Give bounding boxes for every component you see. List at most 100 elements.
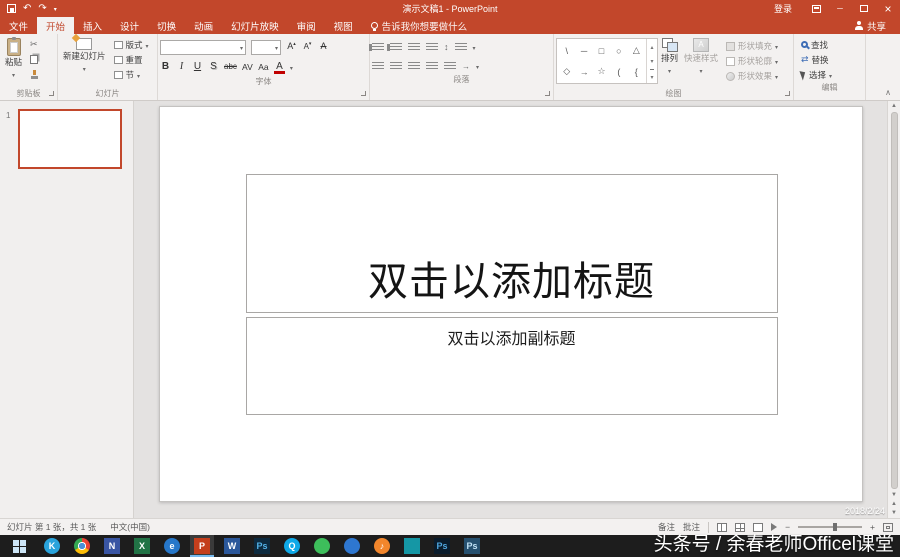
taskbar-icon-photoshop-3[interactable]: Ps	[460, 535, 484, 557]
slide-counter[interactable]: 幻灯片 第 1 张，共 1 张	[7, 521, 96, 533]
shape-hline-icon[interactable]: ─	[581, 46, 587, 56]
font-size-combo[interactable]	[251, 39, 281, 55]
convert-smartart-dropdown-icon[interactable]	[476, 61, 479, 71]
shape-arrow-icon[interactable]: →	[580, 67, 589, 77]
cut-button[interactable]	[28, 38, 41, 51]
taskbar-icon-app-teal[interactable]	[400, 535, 424, 557]
next-slide-icon[interactable]: ▼	[891, 510, 897, 516]
copy-button[interactable]	[28, 53, 41, 66]
shape-star-icon[interactable]: ☆	[597, 66, 605, 77]
bold-button[interactable]: B	[160, 62, 171, 72]
decrease-indent-icon[interactable]	[408, 42, 420, 52]
find-button[interactable]: 查找	[799, 38, 863, 51]
font-color-button[interactable]: A	[273, 62, 285, 74]
taskbar-icon-chrome[interactable]	[70, 535, 94, 557]
taskbar-icon-kugou[interactable]: K	[40, 535, 64, 557]
replace-button[interactable]: 替换	[799, 53, 863, 66]
taskbar-icon-photoshop[interactable]: Ps	[250, 535, 274, 557]
shape-effects-button[interactable]: 形状效果	[726, 70, 778, 82]
shape-outline-button[interactable]: 形状轮廓	[726, 55, 778, 67]
shape-triangle-icon[interactable]: △	[633, 45, 640, 56]
line-spacing-icon[interactable]	[444, 42, 449, 52]
taskbar-icon-powerpoint[interactable]: P	[190, 535, 214, 557]
taskbar-icon-photoshop-2[interactable]: Ps	[430, 535, 454, 557]
paste-button[interactable]: 粘贴	[2, 35, 25, 85]
change-case-button[interactable]: Aa	[258, 63, 269, 72]
text-direction-icon[interactable]	[454, 42, 467, 52]
increase-font-size-icon[interactable]	[286, 42, 297, 52]
italic-button[interactable]: I	[176, 62, 187, 72]
font-color-dropdown-icon[interactable]	[290, 62, 293, 72]
clear-formatting-icon[interactable]	[318, 42, 329, 52]
strikethrough-button[interactable]: abc	[224, 63, 237, 71]
redo-icon[interactable]	[38, 4, 46, 14]
layout-button[interactable]: 版式	[112, 38, 151, 51]
quick-styles-button[interactable]: 快速样式	[681, 35, 721, 85]
convert-smartart-icon[interactable]	[462, 61, 470, 71]
slide-thumbnail[interactable]	[18, 109, 123, 169]
character-spacing-button[interactable]: AV	[242, 63, 253, 72]
previous-slide-icon[interactable]: ▲	[891, 501, 897, 507]
drawing-dialog-launcher-icon[interactable]	[785, 91, 790, 96]
shape-oval-icon[interactable]: ○	[616, 46, 621, 56]
tab-insert[interactable]: 插入	[74, 17, 111, 34]
taskbar-icon-app-green[interactable]	[310, 535, 334, 557]
increase-indent-icon[interactable]	[426, 42, 438, 52]
select-button[interactable]: 选择	[799, 68, 863, 81]
clipboard-dialog-launcher-icon[interactable]	[49, 91, 54, 96]
shape-line-icon[interactable]: \	[565, 46, 568, 56]
text-direction-dropdown-icon[interactable]	[473, 42, 476, 52]
shape-rectangle-icon[interactable]: □	[599, 46, 604, 56]
format-painter-button[interactable]	[28, 68, 41, 81]
tab-review[interactable]: 审阅	[288, 17, 325, 34]
tab-animations[interactable]: 动画	[185, 17, 222, 34]
slide-canvas[interactable]: 双击以添加标题 双击以添加副标题	[134, 101, 887, 518]
signin-button[interactable]: 登录	[762, 2, 804, 15]
undo-icon[interactable]	[23, 4, 31, 14]
slide[interactable]: 双击以添加标题 双击以添加副标题	[158, 106, 863, 502]
maximize-button[interactable]	[852, 0, 876, 17]
section-button[interactable]: 节	[112, 68, 151, 81]
taskbar-icon-music[interactable]: ♪	[370, 535, 394, 557]
taskbar-icon-qq[interactable]: Q	[280, 535, 304, 557]
taskbar-icon-app-blue[interactable]	[340, 535, 364, 557]
close-button[interactable]	[876, 0, 900, 17]
subtitle-placeholder[interactable]: 双击以添加副标题	[245, 317, 778, 415]
shapes-gallery[interactable]: \ ─ □ ○ △ ◇ → ☆ ( {	[556, 38, 658, 84]
title-placeholder[interactable]: 双击以添加标题	[245, 174, 778, 313]
align-left-icon[interactable]	[372, 61, 384, 71]
scrollbar-thumb[interactable]	[890, 112, 898, 489]
taskbar-icon-excel[interactable]: X	[130, 535, 154, 557]
save-icon[interactable]	[7, 4, 16, 13]
ribbon-display-options-button[interactable]	[804, 0, 828, 17]
shapes-more-icon[interactable]	[650, 69, 654, 81]
shape-arc-icon[interactable]: (	[617, 67, 620, 77]
taskbar-icon-onenote[interactable]: N	[100, 535, 124, 557]
language-indicator[interactable]: 中文(中国)	[110, 521, 150, 533]
underline-button[interactable]: U	[192, 62, 203, 72]
arrange-button[interactable]: 排列	[658, 35, 681, 85]
shapes-scroll-up-icon[interactable]	[650, 41, 653, 51]
new-slide-button[interactable]: 新建幻灯片	[60, 35, 109, 85]
collapse-ribbon-icon[interactable]	[885, 88, 891, 97]
justify-icon[interactable]	[426, 61, 438, 71]
shape-diamond-icon[interactable]: ◇	[563, 66, 570, 77]
shape-brace-icon[interactable]: {	[635, 67, 638, 77]
tab-transitions[interactable]: 切换	[148, 17, 185, 34]
tab-file[interactable]: 文件	[0, 17, 37, 34]
decrease-font-size-icon[interactable]	[302, 42, 313, 52]
paragraph-dialog-launcher-icon[interactable]	[545, 91, 550, 96]
tab-slideshow[interactable]: 幻灯片放映	[222, 17, 288, 34]
vertical-scrollbar[interactable]: ▲ ▼ ▲ ▼	[887, 101, 900, 518]
text-shadow-button[interactable]: S	[208, 62, 219, 72]
tab-view[interactable]: 视图	[325, 17, 362, 34]
taskbar-icon-word[interactable]: W	[220, 535, 244, 557]
tab-home[interactable]: 开始	[37, 17, 75, 34]
start-button[interactable]	[4, 535, 34, 557]
shape-fill-button[interactable]: 形状填充	[726, 40, 778, 52]
font-name-combo[interactable]	[160, 39, 246, 55]
taskbar-icon-edge[interactable]: e	[160, 535, 184, 557]
align-right-icon[interactable]	[408, 61, 420, 71]
tab-design[interactable]: 设计	[111, 17, 148, 34]
columns-icon[interactable]	[444, 61, 456, 71]
